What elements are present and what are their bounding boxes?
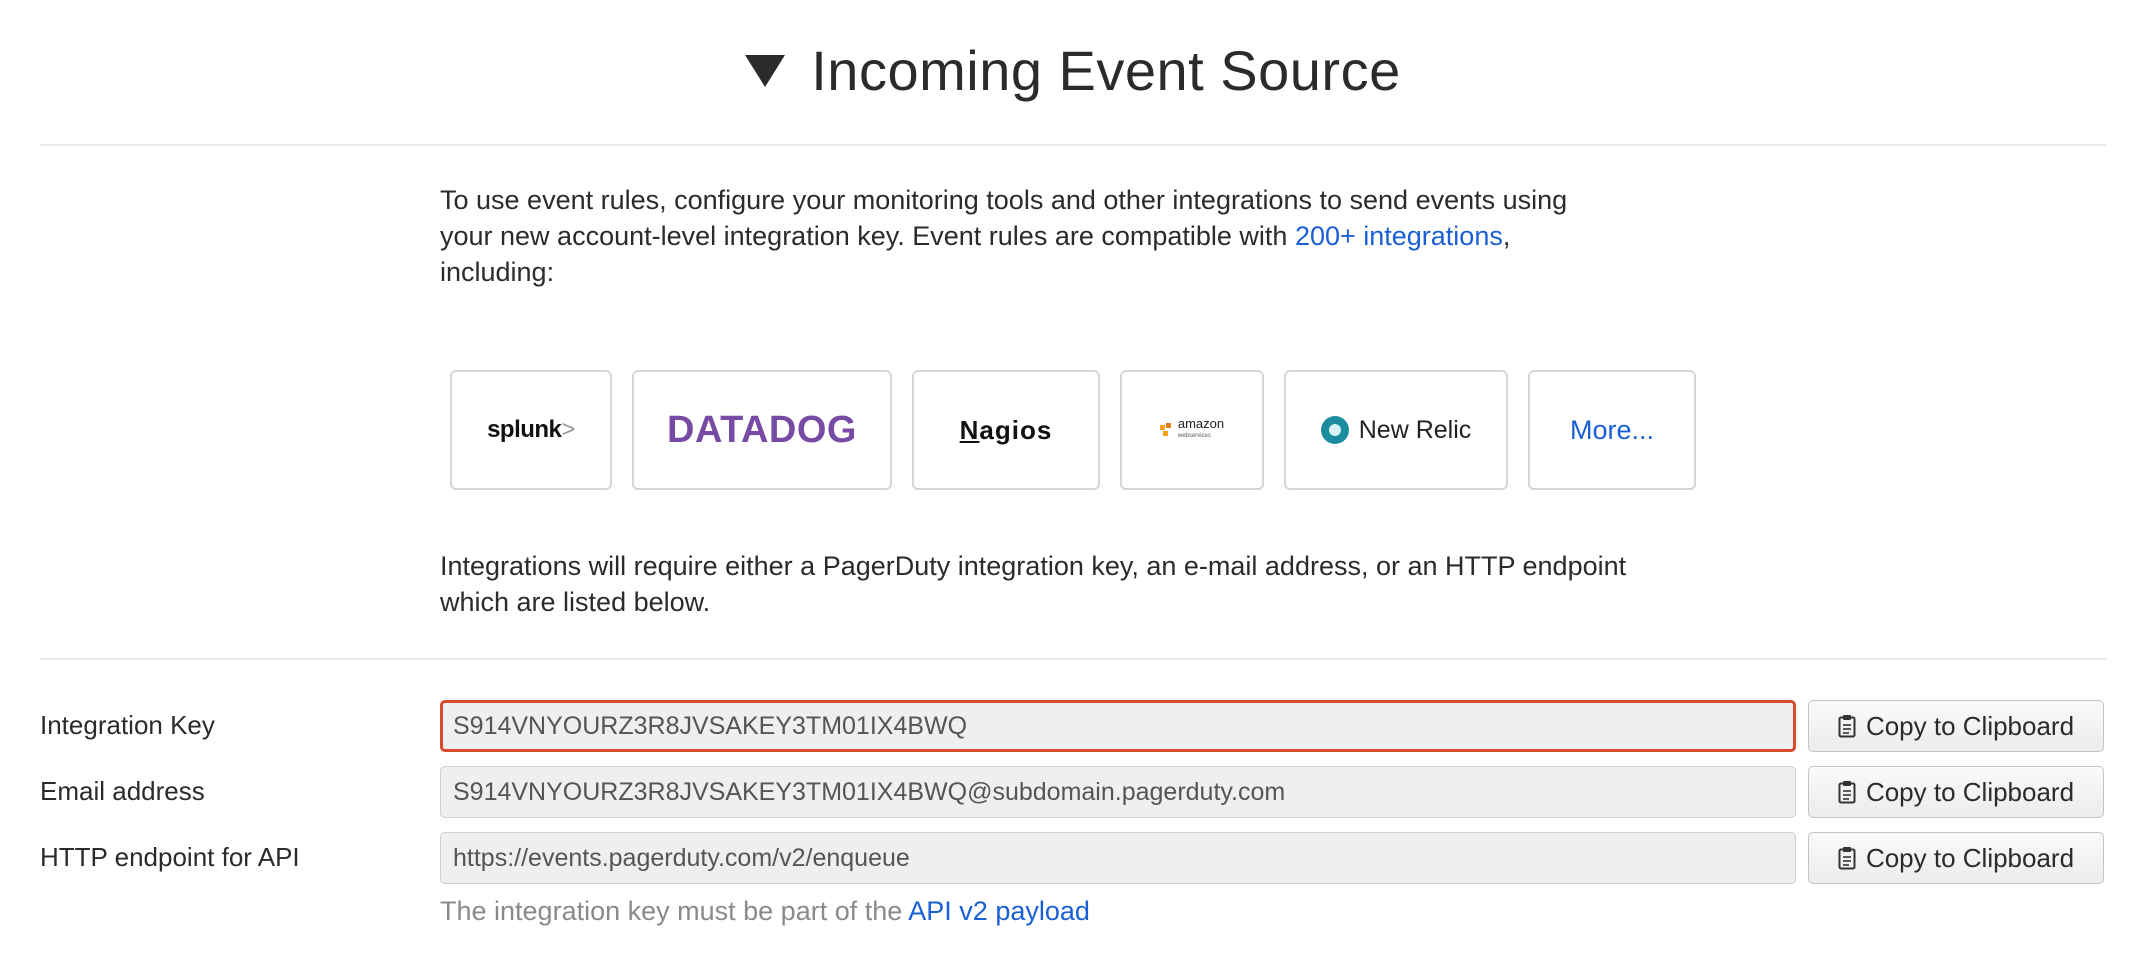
splunk-tile[interactable]: splunk> — [450, 370, 612, 490]
aws-logo-text: amazon — [1177, 416, 1225, 431]
integration-key-input[interactable] — [440, 700, 1796, 752]
triangle-down-icon[interactable] — [745, 55, 786, 87]
section-title: Incoming Event Source — [811, 38, 1401, 102]
divider — [40, 658, 2106, 660]
copy-button-label: Copy to Clipboard — [1865, 842, 2075, 873]
requirements-line-2: which are listed below. — [440, 587, 711, 617]
section-header[interactable]: Incoming Event Source — [0, 30, 2146, 110]
more-integrations-tile[interactable]: More... — [1528, 370, 1696, 490]
integration-key-label: Integration Key — [40, 710, 215, 740]
requirements-text: Integrations will require either a Pager… — [440, 548, 1740, 620]
http-endpoint-input[interactable] — [440, 832, 1796, 884]
newrelic-ring-icon — [1320, 416, 1349, 444]
intro-line-2-comma: , — [1502, 221, 1511, 251]
newrelic-logo: New Relic — [1320, 415, 1472, 445]
intro-line-2-text: your new account-level integration key. … — [440, 221, 1295, 251]
payload-note-text: The integration key must be part of the — [440, 896, 909, 926]
datadog-tile[interactable]: DATADOG — [632, 370, 892, 490]
integrations-link[interactable]: 200+ integrations — [1295, 221, 1503, 251]
copy-http-endpoint-button[interactable]: Copy to Clipboard — [1808, 832, 2104, 884]
aws-cubes-icon — [1159, 423, 1171, 436]
newrelic-logo-text: New Relic — [1358, 415, 1472, 444]
splunk-logo: splunk> — [487, 416, 575, 444]
splunk-logo-chevron: > — [561, 416, 575, 443]
nagios-logo-rest: agios — [979, 414, 1053, 445]
email-address-label: Email address — [40, 776, 205, 806]
clipboard-icon — [1838, 847, 1856, 870]
aws-tile[interactable]: amazon webservices — [1120, 370, 1264, 490]
copy-integration-key-button[interactable]: Copy to Clipboard — [1808, 700, 2104, 752]
nagios-logo: Nagios — [960, 415, 1053, 446]
nagios-logo-initial: N — [959, 414, 980, 445]
clipboard-icon — [1838, 781, 1856, 804]
requirements-line-1: Integrations will require either a Pager… — [440, 551, 1627, 581]
clipboard-icon — [1838, 715, 1856, 738]
splunk-logo-text: splunk — [487, 416, 562, 443]
intro-text: To use event rules, configure your monit… — [440, 182, 1740, 290]
datadog-logo: DATADOG — [667, 408, 857, 451]
payload-note: The integration key must be part of the … — [440, 896, 1090, 927]
aws-logo-subtext: webservices — [1177, 433, 1211, 439]
api-v2-payload-link[interactable]: API v2 payload — [908, 896, 1090, 926]
more-integrations-link[interactable]: More... — [1570, 415, 1654, 446]
aws-logo: amazon webservices — [1159, 416, 1225, 442]
newrelic-tile[interactable]: New Relic — [1284, 370, 1508, 490]
copy-button-label: Copy to Clipboard — [1865, 710, 2075, 741]
copy-email-button[interactable]: Copy to Clipboard — [1808, 766, 2104, 818]
intro-line-1: To use event rules, configure your monit… — [440, 185, 1568, 215]
divider — [40, 144, 2106, 146]
nagios-tile[interactable]: Nagios — [912, 370, 1100, 490]
email-address-input[interactable] — [440, 766, 1796, 818]
intro-line-2: your new account-level integration key. … — [440, 218, 1740, 254]
copy-button-label: Copy to Clipboard — [1865, 776, 2075, 807]
http-endpoint-label: HTTP endpoint for API — [40, 842, 300, 872]
intro-line-3: including: — [440, 257, 555, 287]
